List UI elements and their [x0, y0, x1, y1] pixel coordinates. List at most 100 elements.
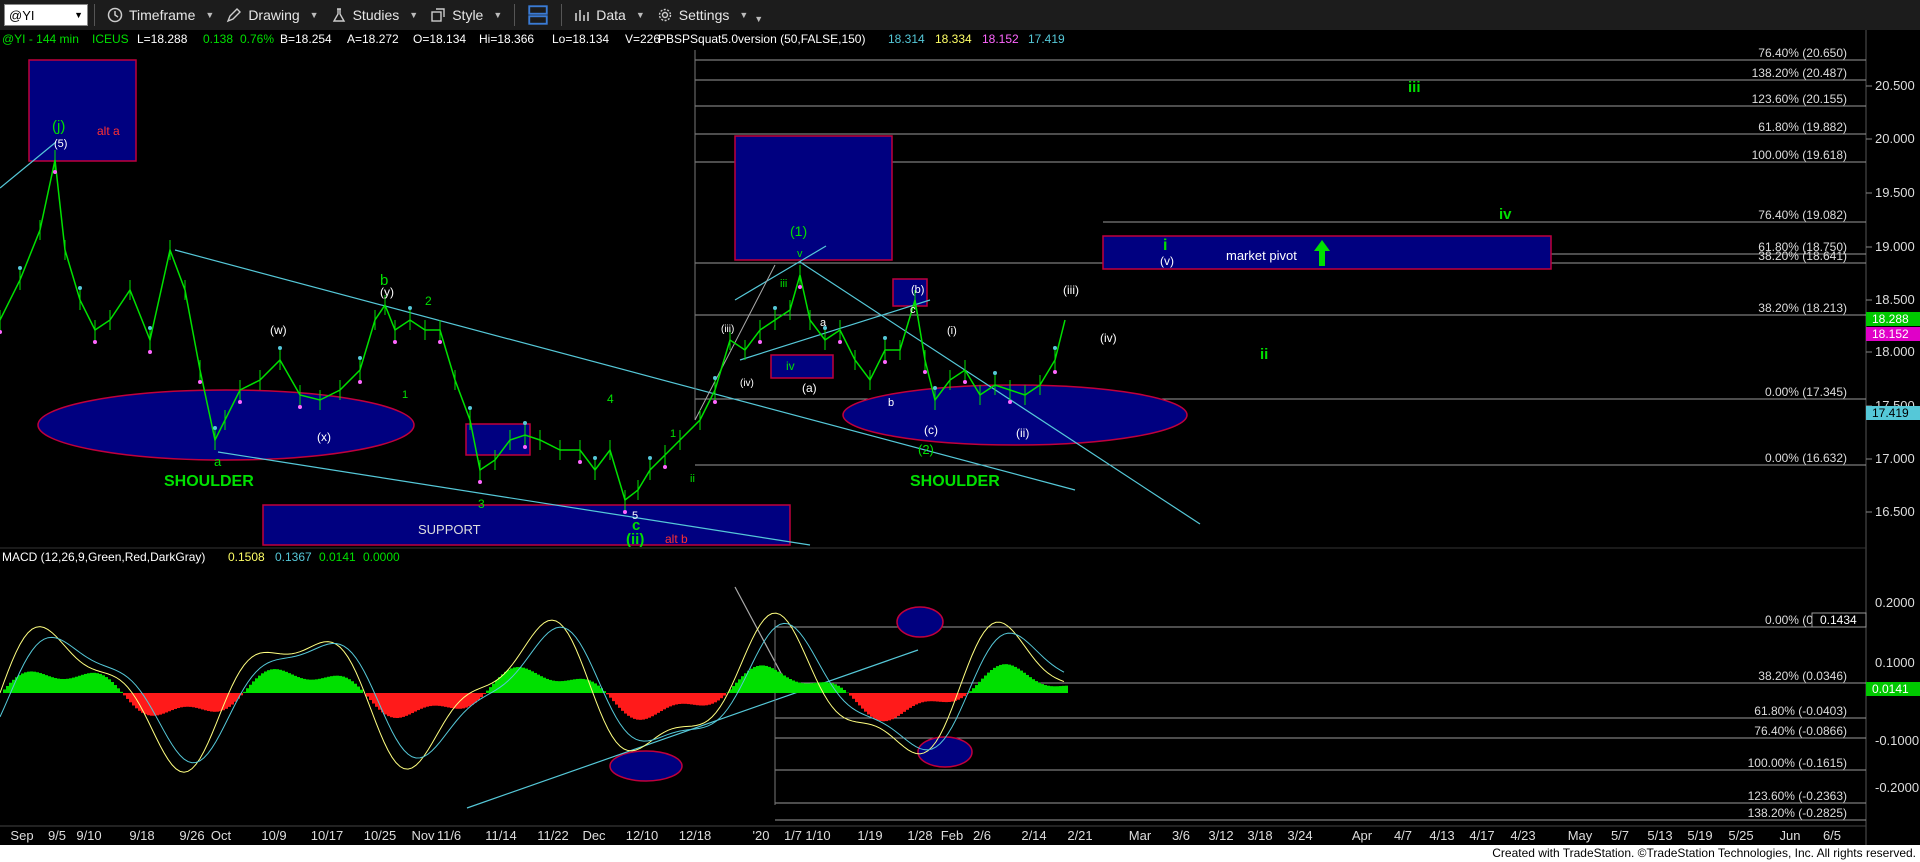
time-axis-label: 10/17: [311, 828, 344, 843]
iv-box[interactable]: [770, 354, 834, 379]
alt-a-box[interactable]: [28, 59, 137, 162]
window-layout-button[interactable]: [521, 2, 555, 28]
histogram-bar: [807, 683, 810, 693]
histogram-bar: [471, 693, 474, 705]
histogram-bar: [54, 678, 57, 693]
label-v-paren: (v): [1160, 254, 1174, 268]
macd-tag-b-text: 0.0141: [1872, 682, 1909, 696]
fib-label: 61.80% (-0.0403): [1754, 704, 1847, 718]
toolbar-divider: [514, 4, 516, 26]
histogram-bar: [441, 693, 444, 707]
histogram-bar: [1029, 677, 1032, 693]
fib-label: 123.60% (-0.2363): [1748, 789, 1847, 803]
bar-dot: [148, 350, 152, 354]
header-v2: 18.334: [935, 32, 972, 46]
label-i-green: i: [1163, 237, 1167, 254]
macd-header-v2: 0.1367: [275, 550, 312, 564]
time-axis-label: 1/28: [907, 828, 932, 843]
histogram-bar: [156, 693, 159, 716]
histogram-bar: [999, 664, 1002, 693]
histogram-bar: [297, 677, 300, 693]
style-menu[interactable]: Style ▼: [424, 2, 508, 28]
bar-dot: [798, 285, 802, 289]
histogram-bar: [210, 693, 213, 712]
bar-dot: [523, 421, 527, 425]
wave-1-target-box[interactable]: [734, 135, 893, 261]
header-ask: A=18.272: [347, 32, 399, 46]
histogram-bar: [978, 681, 981, 693]
histogram-bar: [891, 693, 894, 720]
fib-label: 76.40% (-0.0866): [1754, 724, 1847, 738]
histogram-bar: [711, 693, 714, 704]
chevron-down-icon: ▼: [635, 10, 645, 20]
histogram-bar: [357, 686, 360, 693]
histogram-bar: [912, 693, 915, 707]
support-box[interactable]: [262, 504, 791, 546]
histogram-bar: [1002, 664, 1005, 693]
histogram-bar: [408, 693, 411, 715]
macd-ellipse-bottom-left[interactable]: [609, 750, 683, 782]
histogram-bar: [759, 665, 762, 693]
histogram-bar: [321, 678, 324, 693]
time-axis-label: 10/9: [261, 828, 286, 843]
histogram-bar: [318, 678, 321, 693]
label-alt-b: alt b: [665, 532, 688, 546]
label-iv-right: iv: [1499, 206, 1512, 223]
histogram-bar: [327, 676, 330, 693]
macd-header-v4: 0.0000: [363, 550, 400, 564]
histogram-bar: [174, 693, 177, 709]
settings-menu[interactable]: Settings ▼: [651, 2, 755, 28]
histogram-bar: [294, 675, 297, 693]
time-axis-label: 2/6: [973, 828, 991, 843]
histogram-bar: [786, 677, 789, 693]
shoulder-left-ellipse[interactable]: [37, 389, 415, 461]
data-menu[interactable]: Data ▼: [568, 2, 651, 28]
histogram-bar: [234, 693, 237, 702]
histogram-bar: [858, 693, 861, 706]
histogram-bar: [693, 693, 696, 705]
histogram-bar: [552, 680, 555, 693]
histogram-bar: [399, 693, 402, 718]
bar-dot: [148, 326, 152, 330]
histogram-bar: [627, 693, 630, 716]
gear-icon: [658, 8, 671, 22]
bar-dot: [93, 340, 97, 344]
bar-dot: [298, 405, 302, 409]
histogram-bar: [120, 691, 123, 693]
symbol-selector[interactable]: @YI ▼: [4, 4, 88, 26]
histogram-bar: [33, 671, 36, 693]
histogram-bar: [483, 693, 486, 694]
style-label: Style: [452, 7, 484, 23]
label-iv-paren: (iv): [740, 378, 754, 389]
chevron-down-icon: ▼: [493, 10, 503, 20]
histogram-bar: [915, 693, 918, 705]
histogram-bar: [300, 678, 303, 693]
histogram-bar: [660, 693, 663, 712]
histogram-bar: [684, 693, 687, 704]
shoulder-right-ellipse[interactable]: [842, 384, 1188, 446]
time-axis-label: 9/5: [48, 828, 66, 843]
histogram-bar: [42, 674, 45, 693]
histogram-bar: [393, 693, 396, 718]
histogram-bar: [27, 671, 30, 693]
time-axis-label: 9/18: [129, 828, 154, 843]
histogram-bar: [882, 693, 885, 722]
label-iii-right: iii: [1408, 79, 1421, 96]
drawing-menu[interactable]: Drawing ▼: [220, 2, 324, 28]
overflow-chevron-icon[interactable]: ▼: [754, 14, 763, 24]
bar-dot: [933, 386, 937, 390]
time-axis-label: 11/6: [437, 828, 461, 843]
macd-tag-a-text: 0.1434: [1820, 613, 1857, 627]
label-a-white: a: [820, 317, 827, 329]
fib-label: 0.00% (16.632): [1765, 451, 1847, 465]
studies-menu[interactable]: Studies ▼: [325, 2, 425, 28]
histogram-bar: [18, 675, 21, 693]
timeframe-menu[interactable]: Timeframe ▼: [101, 2, 220, 28]
label-w: (w): [270, 323, 287, 337]
histogram-bar: [546, 678, 549, 693]
pencil-icon: [227, 8, 242, 23]
histogram-bar: [771, 668, 774, 693]
histogram-bar: [1026, 674, 1029, 693]
chart-area[interactable]: @YI - 144 min ICEUS L=18.288 0.138 0.76%…: [0, 30, 1920, 845]
macd-ellipse-top[interactable]: [896, 606, 944, 638]
